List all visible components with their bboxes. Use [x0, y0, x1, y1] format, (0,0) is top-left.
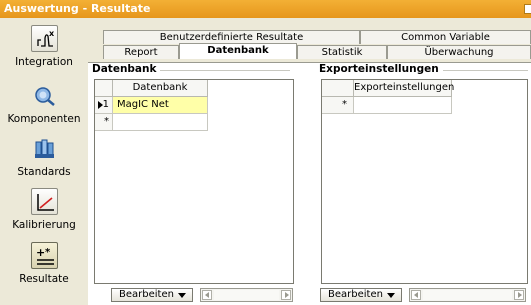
exporteinstellungen-grid[interactable]: Exporteinstellungen * — [321, 79, 528, 284]
window-control[interactable] — [524, 4, 531, 14]
tab-datenbank[interactable]: Datenbank — [179, 43, 297, 59]
svg-text:x: x — [49, 29, 55, 38]
sidebar-item-kalibrierung[interactable]: Kalibrierung — [0, 188, 88, 231]
sidebar-item-label: Komponenten — [7, 113, 81, 125]
scroll-right-icon[interactable] — [514, 290, 524, 300]
row-header-corner — [322, 80, 354, 97]
bearbeiten-button[interactable]: Bearbeiten — [111, 288, 193, 302]
standards-icon — [31, 135, 58, 162]
button-label: Bearbeiten — [119, 289, 174, 300]
current-row-arrow-icon — [98, 101, 103, 109]
group-title-datenbank: Datenbank — [92, 63, 161, 75]
window-title: Auswertung - Resultate — [4, 2, 151, 15]
row-header-corner — [95, 80, 113, 97]
scroll-left-icon[interactable] — [202, 290, 212, 300]
tab-label: Benutzerdefinierte Resultate — [159, 32, 304, 43]
komponenten-icon — [31, 82, 58, 109]
exporteinstellungen-footer: Bearbeiten — [320, 288, 528, 302]
tab-label: Datenbank — [207, 45, 269, 56]
horizontal-scrollbar[interactable] — [409, 288, 526, 302]
tab-row-bottom: Report Datenbank Statistik Überwachung — [88, 43, 531, 59]
button-label: Bearbeiten — [328, 289, 383, 300]
sidebar-item-resultate[interactable]: + * Resultate — [0, 242, 88, 285]
tab-benutzerdefinierte-resultate[interactable]: Benutzerdefinierte Resultate — [103, 30, 360, 44]
horizontal-scrollbar[interactable] — [200, 288, 293, 302]
main-content: Benutzerdefinierte Resultate Common Vari… — [88, 18, 531, 305]
resultate-icon: + * — [30, 242, 58, 269]
column-header-datenbank[interactable]: Datenbank — [113, 80, 208, 97]
new-row-cell[interactable] — [113, 114, 208, 131]
row-number: 1 — [102, 99, 109, 110]
scroll-track[interactable] — [423, 290, 512, 300]
sidebar-item-label: Kalibrierung — [12, 219, 76, 231]
tab-row-top: Benutzerdefinierte Resultate Common Vari… — [88, 30, 531, 44]
tab-label: Report — [124, 47, 158, 58]
datenbank-grid[interactable]: Datenbank 1 MagIC Net * — [94, 79, 294, 284]
row-indicator[interactable]: 1 — [95, 97, 113, 114]
tab-panel-datenbank: Datenbank Datenbank 1 MagIC Net * Bearbe… — [88, 62, 531, 305]
chevron-down-icon — [178, 293, 186, 298]
table-cell-datenbank[interactable]: MagIC Net — [113, 97, 208, 114]
integration-icon: x — [30, 25, 58, 52]
new-row-cell[interactable] — [354, 97, 452, 114]
sidebar-item-standards[interactable]: Standards — [0, 135, 88, 178]
datenbank-footer: Bearbeiten — [111, 288, 293, 302]
tab-ueberwachung[interactable]: Überwachung — [387, 45, 531, 59]
sidebar-item-label: Resultate — [19, 273, 69, 285]
group-title-exporteinstellungen: Exporteinstellungen — [319, 63, 443, 75]
sidebar-nav: x Integration Komponenten Standards Kali… — [0, 18, 88, 305]
chevron-down-icon — [387, 293, 395, 298]
scroll-right-icon[interactable] — [281, 290, 291, 300]
tab-label: Common Variable — [401, 32, 490, 43]
sidebar-item-label: Integration — [15, 56, 73, 68]
svg-text:+: + — [36, 246, 45, 259]
sidebar-item-integration[interactable]: x Integration — [0, 25, 88, 68]
scroll-track[interactable] — [214, 290, 279, 300]
column-header-exporteinstellungen[interactable]: Exporteinstellungen — [354, 80, 454, 97]
window-title-bar: Auswertung - Resultate — [0, 0, 531, 18]
tab-statistik[interactable]: Statistik — [297, 45, 387, 59]
tab-label: Statistik — [321, 47, 363, 58]
svg-text:*: * — [45, 247, 51, 258]
new-row-indicator[interactable]: * — [322, 97, 354, 114]
new-row-indicator[interactable]: * — [95, 114, 113, 131]
bearbeiten-button[interactable]: Bearbeiten — [320, 288, 402, 302]
kalibrierung-icon — [30, 188, 58, 215]
tab-report[interactable]: Report — [103, 45, 179, 59]
tab-label: Überwachung — [424, 47, 494, 58]
sidebar-item-komponenten[interactable]: Komponenten — [0, 82, 88, 125]
group-divider — [148, 70, 290, 71]
scroll-left-icon[interactable] — [411, 290, 421, 300]
tab-common-variable[interactable]: Common Variable — [360, 30, 531, 44]
sidebar-item-label: Standards — [17, 166, 71, 178]
